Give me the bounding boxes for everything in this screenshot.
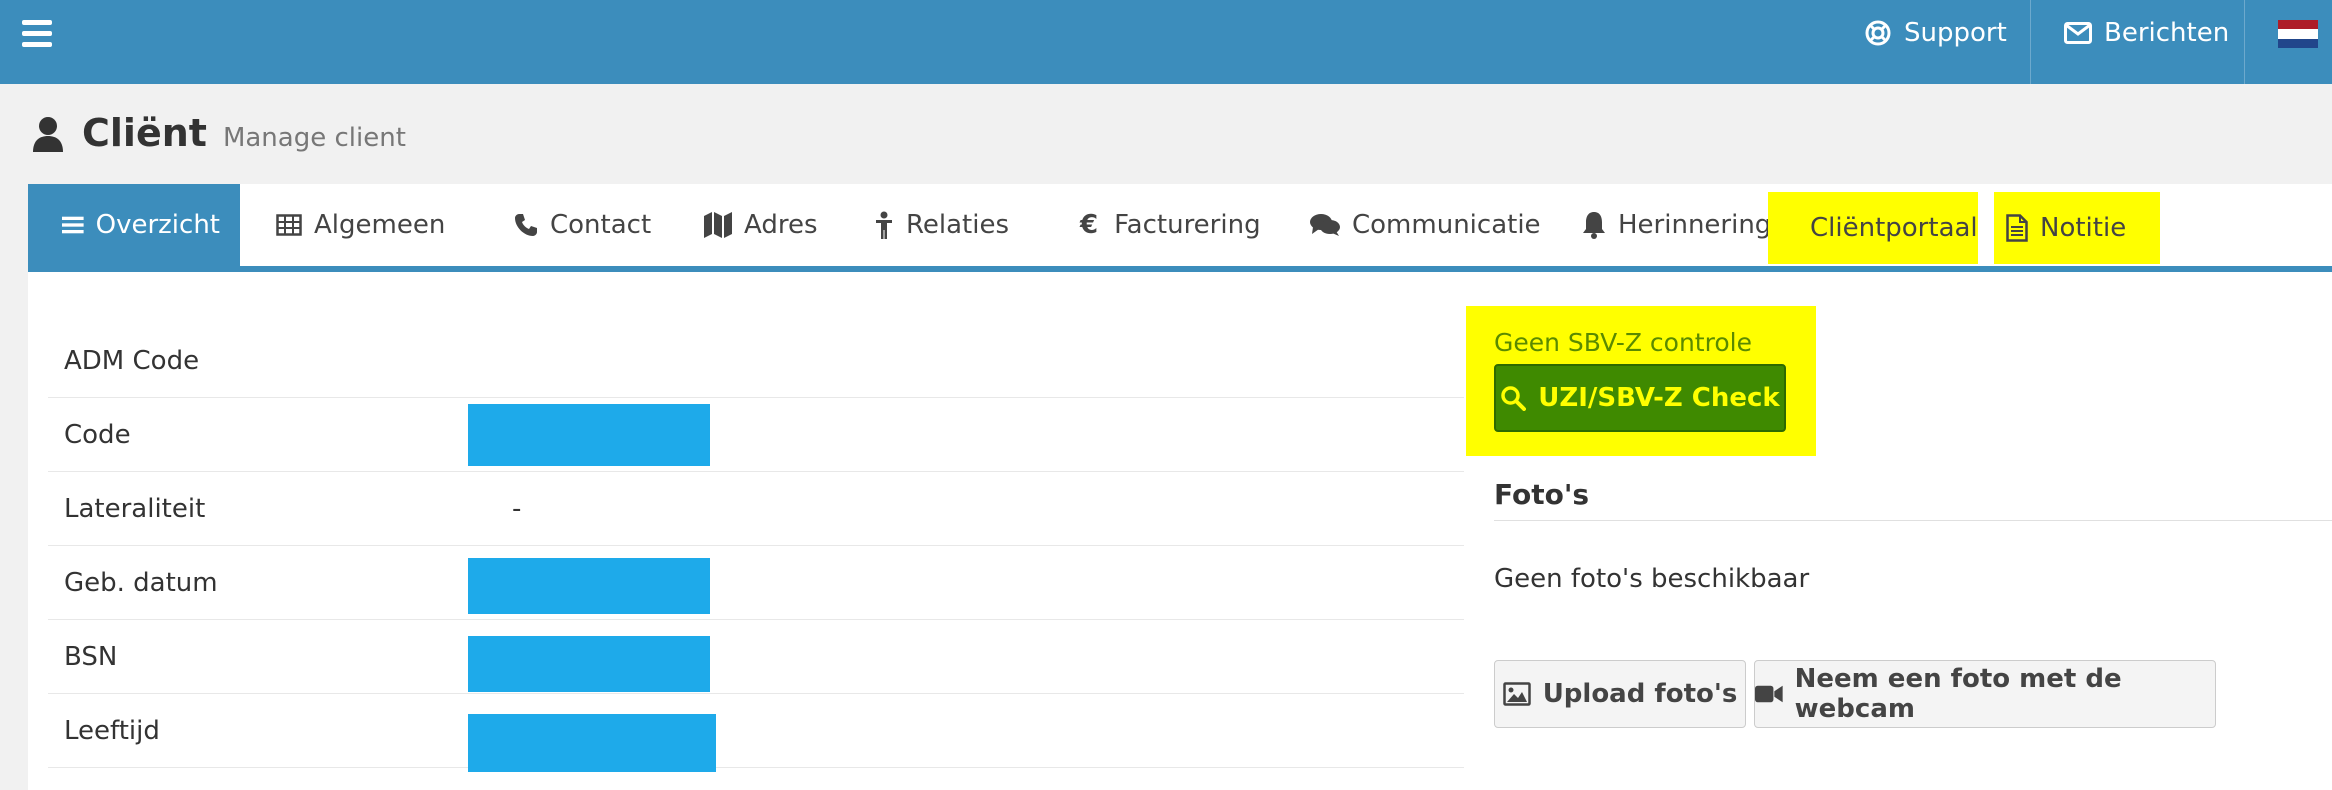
netherlands-flag-icon[interactable]	[2278, 20, 2318, 48]
redacted-value	[468, 404, 710, 466]
map-icon	[704, 212, 732, 238]
info-label: Code	[64, 420, 131, 450]
button-label: Upload foto's	[1542, 679, 1738, 709]
bell-icon	[1583, 212, 1605, 239]
webcam-photo-button[interactable]: Neem een foto met de webcam	[1754, 660, 2216, 728]
tab-herinnering[interactable]: Herinnering	[1562, 184, 1791, 266]
info-row-code: Code	[48, 398, 1464, 472]
info-label: Geb. datum	[64, 568, 218, 598]
info-row-adm-code: ADM Code	[48, 324, 1464, 398]
tab-relaties[interactable]: Relaties	[854, 184, 1029, 266]
sbv-status-text: Geen SBV-Z controle	[1494, 328, 1752, 357]
info-row-leeftijd: Leeftijd	[48, 694, 1464, 772]
tab-bar: Overzicht Algemeen Contact Adres Relatie…	[28, 184, 2332, 272]
info-label: BSN	[64, 642, 118, 672]
tab-facturering[interactable]: € Facturering	[1060, 184, 1281, 266]
info-label: ADM Code	[64, 346, 200, 376]
divider	[1494, 520, 2332, 521]
euro-icon: €	[1080, 210, 1099, 240]
page-subtitle: Manage client	[222, 123, 406, 153]
image-icon	[1502, 682, 1531, 706]
support-link[interactable]: Support	[1864, 0, 2007, 66]
tab-label: Adres	[744, 210, 818, 240]
info-label: Lateraliteit	[64, 494, 206, 524]
tab-label: Cliëntportaal	[1810, 213, 1978, 243]
uzi-sbv-check-button[interactable]: UZI/SBV-Z Check	[1494, 364, 1786, 432]
messages-label: Berichten	[2104, 18, 2230, 48]
tab-label: Notitie	[2040, 213, 2127, 243]
tab-label: Relaties	[906, 210, 1010, 240]
tab-contact[interactable]: Contact	[494, 184, 671, 266]
tab-label: Overzicht	[95, 210, 220, 240]
list-icon	[62, 216, 84, 234]
document-icon	[2006, 214, 2028, 242]
hamburger-icon[interactable]	[22, 20, 52, 48]
user-icon	[33, 117, 63, 152]
tab-label: Herinnering	[1618, 210, 1772, 240]
tab-adres[interactable]: Adres	[684, 184, 838, 266]
tab-notitie[interactable]: Notitie	[1994, 192, 2160, 264]
upload-photos-button[interactable]: Upload foto's	[1494, 660, 1746, 728]
redacted-value	[468, 714, 716, 772]
redacted-value	[468, 558, 710, 614]
messages-link[interactable]: Berichten	[2064, 0, 2229, 66]
info-row-lateraliteit: Lateraliteit -	[48, 472, 1464, 546]
navbar-divider	[2030, 0, 2031, 84]
person-icon	[876, 211, 892, 239]
info-label: Leeftijd	[64, 716, 160, 746]
phone-icon	[515, 214, 537, 236]
envelope-icon	[2064, 22, 2092, 44]
tab-label: Contact	[550, 210, 652, 240]
table-icon	[276, 214, 302, 236]
tab-communicatie[interactable]: Communicatie	[1290, 184, 1561, 266]
button-label: UZI/SBV-Z Check	[1538, 383, 1780, 413]
sbv-check-panel: Geen SBV-Z controle UZI/SBV-Z Check	[1466, 306, 1816, 456]
comments-icon	[1310, 214, 1340, 236]
navbar-divider	[2244, 0, 2245, 84]
info-row-geb-datum: Geb. datum	[48, 546, 1464, 620]
tab-label: Algemeen	[314, 210, 446, 240]
tab-overzicht[interactable]: Overzicht	[28, 184, 240, 266]
page-title: Cliënt	[82, 111, 207, 155]
lifebuoy-icon	[1865, 20, 1891, 46]
tab-label: Facturering	[1114, 210, 1261, 240]
support-label: Support	[1904, 18, 2007, 48]
info-value: -	[512, 494, 522, 524]
tab-clientportaal[interactable]: Cliëntportaal	[1768, 192, 1978, 264]
info-row-bsn: BSN	[48, 620, 1464, 694]
photos-empty-text: Geen foto's beschikbaar	[1494, 564, 1810, 594]
top-navbar: Support Berichten	[0, 0, 2332, 84]
search-icon	[1501, 386, 1527, 411]
page-header: Cliënt Manage client	[32, 110, 406, 155]
redacted-value	[468, 636, 710, 692]
tab-label: Communicatie	[1352, 210, 1541, 240]
photos-heading: Foto's	[1494, 478, 1590, 511]
button-label: Neem een foto met de webcam	[1794, 664, 2122, 724]
video-camera-icon	[1755, 685, 1783, 703]
tab-algemeen[interactable]: Algemeen	[256, 184, 465, 266]
